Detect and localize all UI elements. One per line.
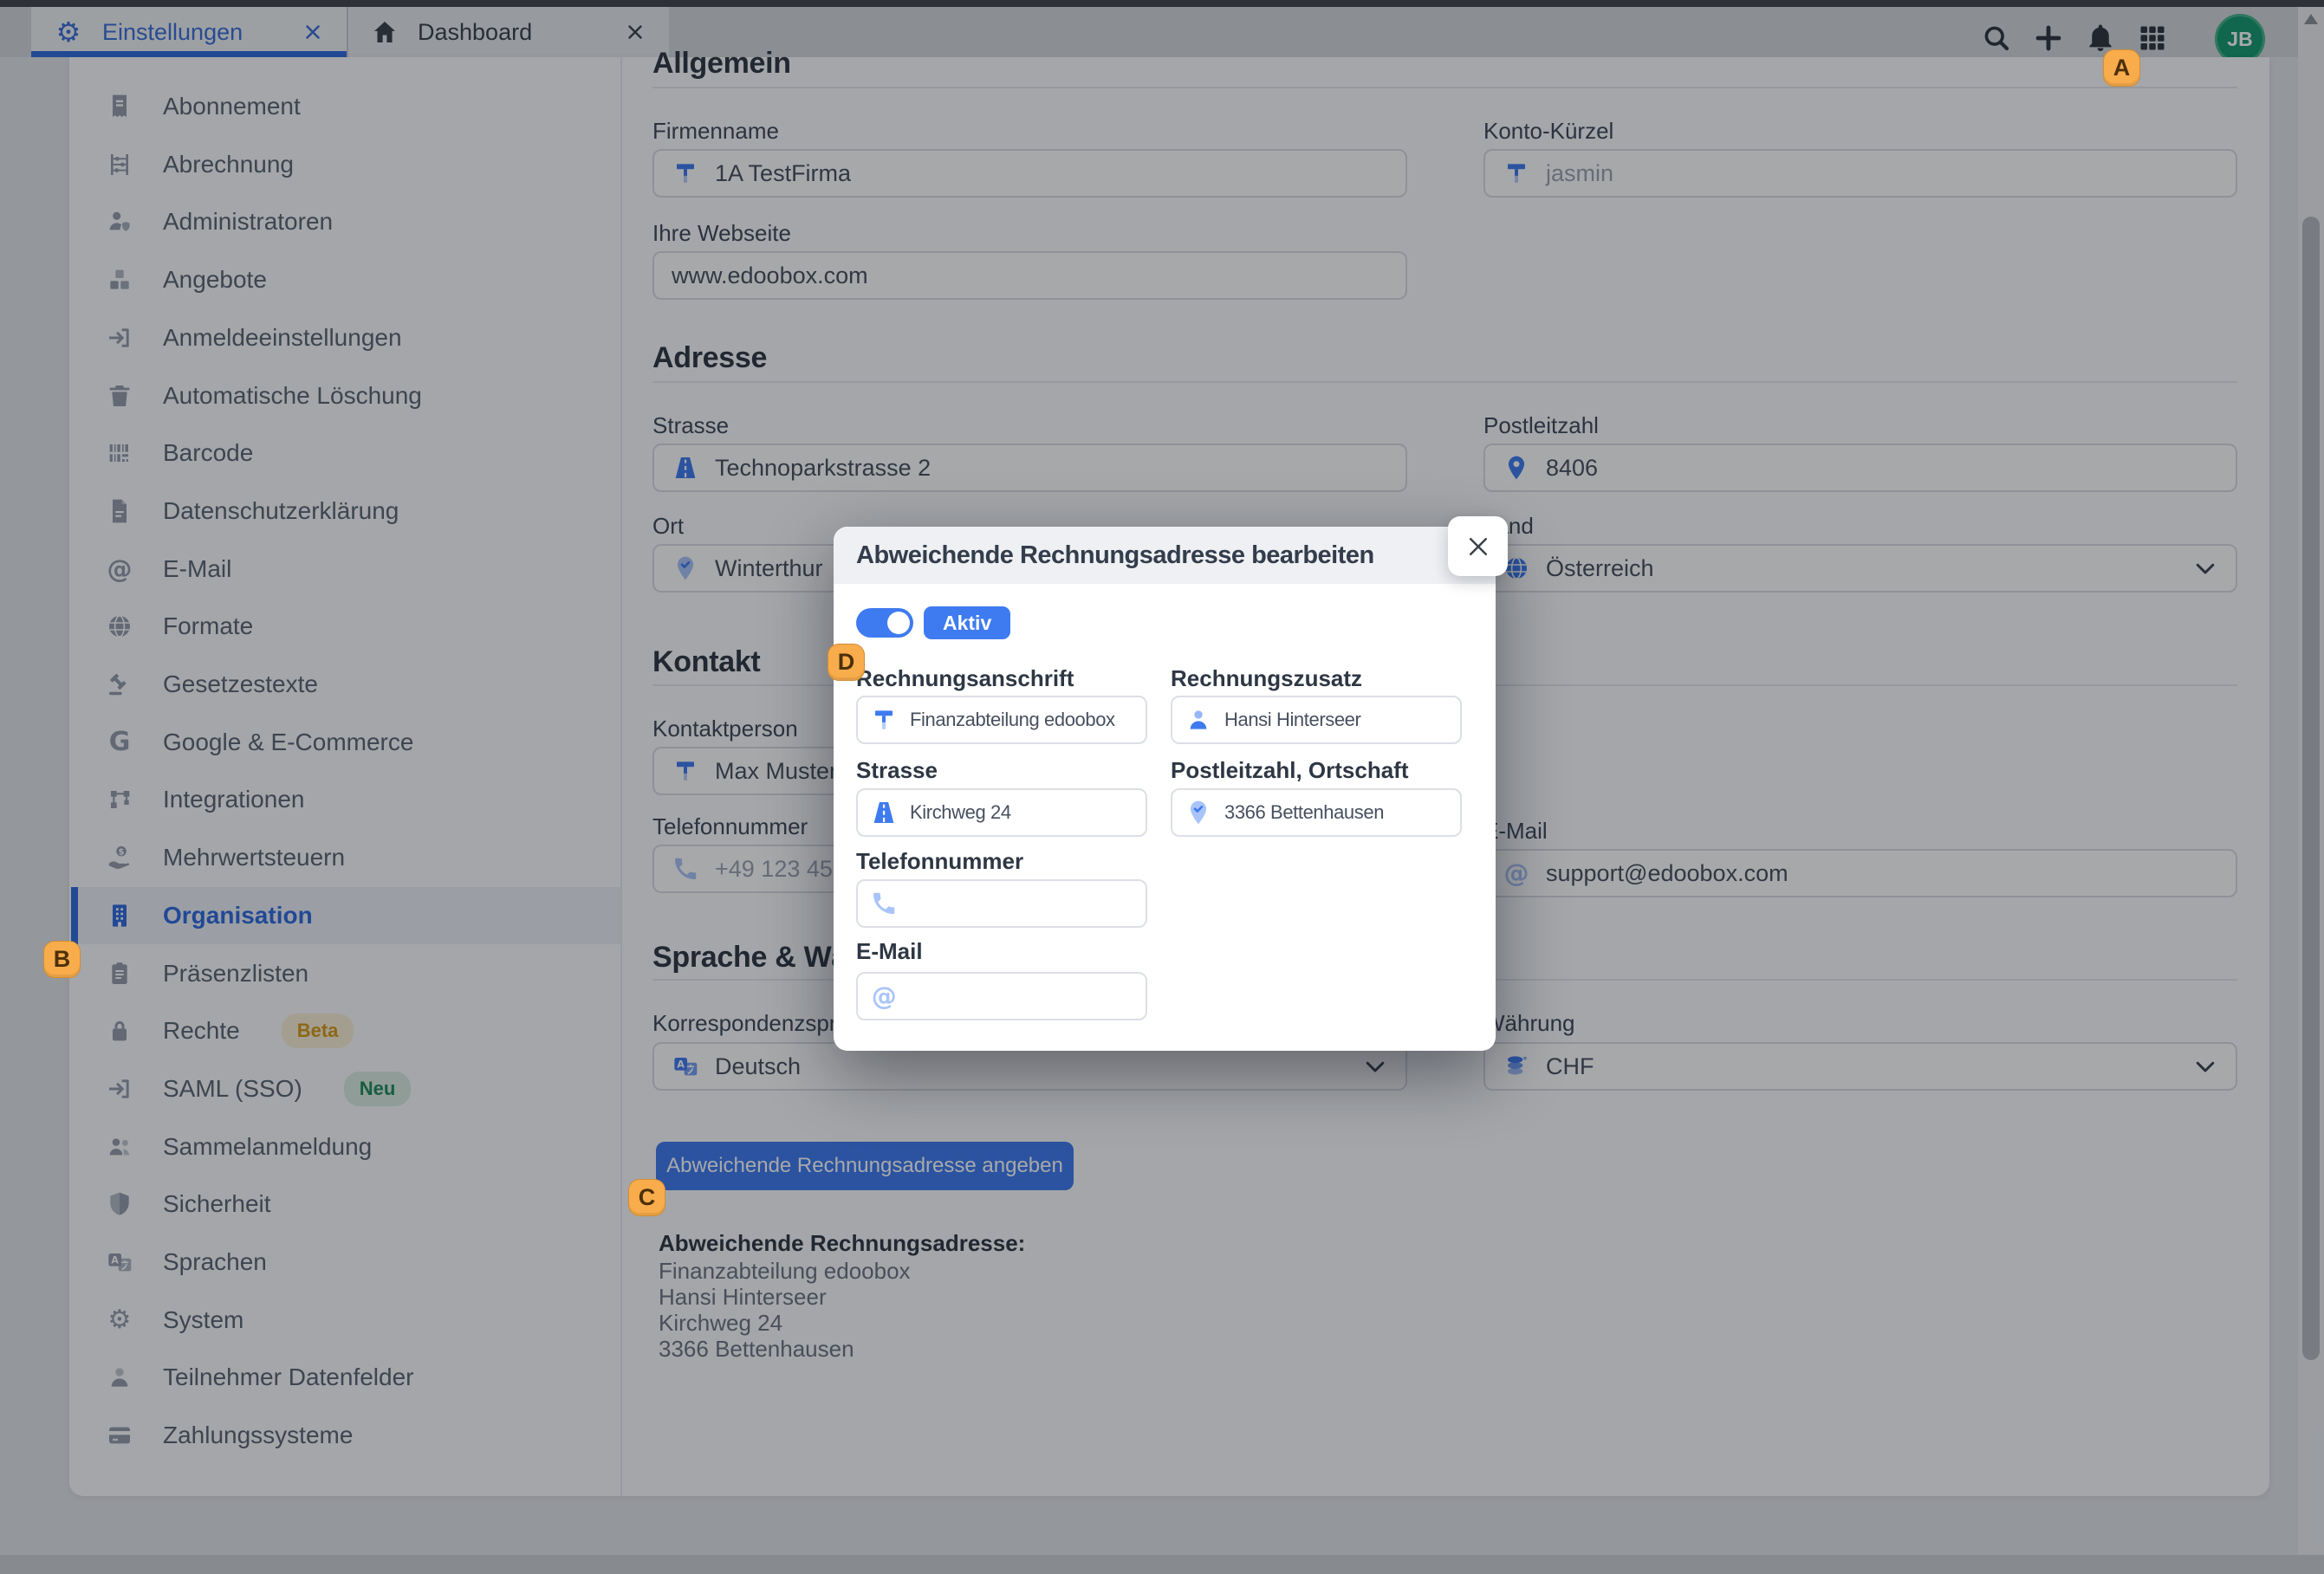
close-icon[interactable] <box>1448 516 1508 576</box>
field-label: Strasse <box>856 757 938 784</box>
annotation-badge-c: C <box>628 1179 665 1216</box>
modal-telefonnummer-field[interactable] <box>856 879 1147 928</box>
field-label: Telefonnummer <box>856 848 1023 875</box>
modal-title: Abweichende Rechnungsadresse bearbeiten <box>856 541 1374 570</box>
aktiv-toggle[interactable] <box>856 608 913 638</box>
modal-header: Abweichende Rechnungsadresse bearbeiten <box>834 527 1496 584</box>
toggle-knob <box>887 612 910 634</box>
annotation-badge-a: A <box>2103 49 2140 87</box>
field-value: Kirchweg 24 <box>910 801 1011 824</box>
modal-email-field[interactable]: @ <box>856 972 1147 1020</box>
modal-rechnungsanschrift-field[interactable]: Finanzabteilung edoobox <box>856 696 1147 744</box>
field-label: Rechnungsanschrift <box>856 665 1074 692</box>
field-value: Hansi Hinterseer <box>1224 709 1360 731</box>
person-icon <box>1185 706 1212 734</box>
annotation-badge-d: D <box>828 644 865 681</box>
aktiv-badge: Aktiv <box>924 606 1010 639</box>
modal-strasse-field[interactable]: Kirchweg 24 <box>856 788 1147 837</box>
field-label: E-Mail <box>856 938 923 965</box>
field-label: Postleitzahl, Ortschaft <box>1171 757 1409 784</box>
text-icon <box>870 706 898 734</box>
field-value: 3366 Bettenhausen <box>1224 801 1384 824</box>
modal-plz-ortschaft-field[interactable]: 3366 Bettenhausen <box>1171 788 1462 837</box>
annotation-badge-b: B <box>43 941 81 978</box>
map-pin-check-icon <box>1185 799 1212 826</box>
phone-icon <box>870 890 898 917</box>
at-icon: @ <box>870 982 898 1010</box>
field-label: Rechnungszusatz <box>1171 665 1362 692</box>
field-value: Finanzabteilung edoobox <box>910 709 1115 731</box>
modal-rechnungszusatz-field[interactable]: Hansi Hinterseer <box>1171 696 1462 744</box>
road-icon <box>870 799 898 826</box>
